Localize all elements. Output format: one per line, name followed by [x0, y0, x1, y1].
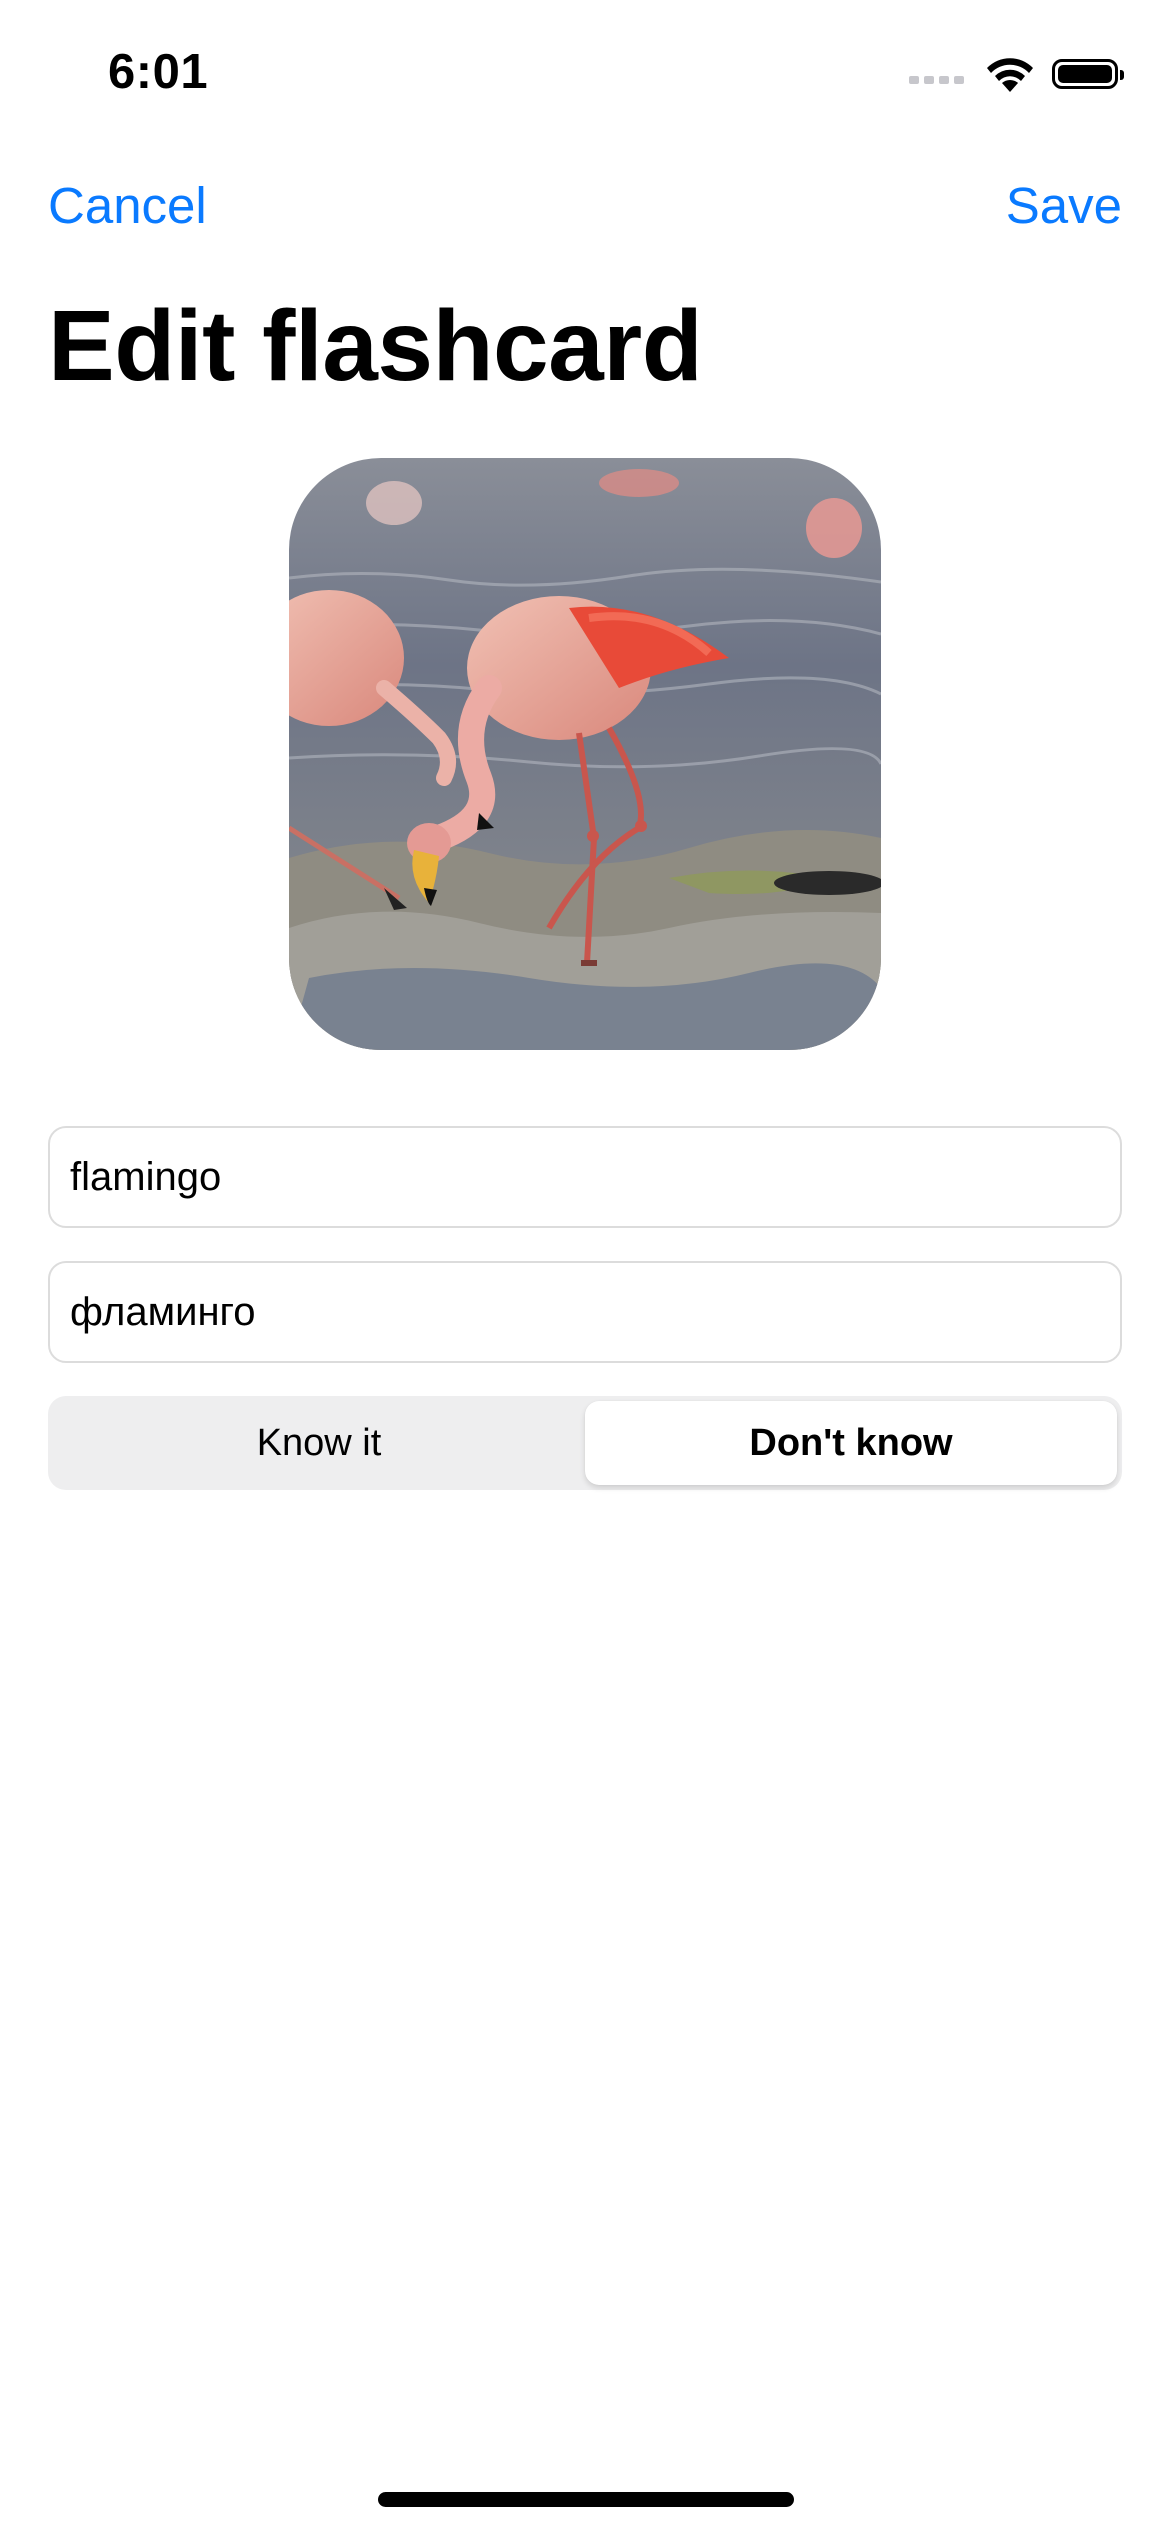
wifi-icon — [987, 58, 1033, 92]
save-button[interactable]: Save — [1006, 176, 1122, 236]
term-field[interactable] — [48, 1126, 1122, 1228]
translation-field[interactable] — [48, 1261, 1122, 1363]
cancel-button[interactable]: Cancel — [48, 176, 207, 236]
status-time: 6:01 — [108, 45, 209, 99]
knowledge-segmented-control: Know it Don't know — [48, 1396, 1122, 1490]
flashcard-image[interactable] — [289, 458, 881, 1050]
home-indicator[interactable] — [378, 2492, 794, 2507]
cellular-signal-icon — [909, 54, 964, 94]
dont-know-segment[interactable]: Don't know — [585, 1401, 1117, 1485]
status-icons — [909, 52, 1124, 96]
battery-icon — [1052, 59, 1124, 89]
page-title: Edit flashcard — [48, 290, 703, 402]
know-it-segment[interactable]: Know it — [53, 1401, 585, 1485]
